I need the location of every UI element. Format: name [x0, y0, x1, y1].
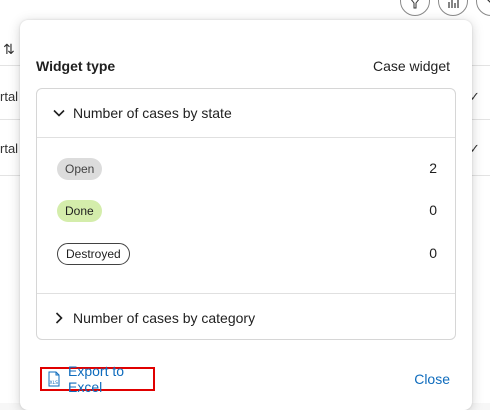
state-row-destroyed: Destroyed 0 — [57, 243, 437, 269]
chevron-down-icon — [49, 103, 69, 123]
widget-details-dialog: Widget type Case widget Number of cases … — [20, 20, 472, 410]
state-row-done: Done 0 — [57, 200, 437, 226]
row-text-fragment: rtal — [0, 89, 19, 104]
section-title: Number of cases by category — [73, 310, 256, 326]
state-row-open: Open 2 — [57, 158, 437, 184]
svg-text:XLS: XLS — [50, 380, 59, 386]
sort-icon[interactable]: ⇅ — [3, 41, 15, 58]
status-badge-destroyed: Destroyed — [57, 243, 130, 265]
section-cases-by-category-header[interactable]: Number of cases by category — [37, 293, 455, 342]
count-done: 0 — [429, 202, 437, 218]
export-to-excel-button[interactable]: XLS Export to Excel — [40, 363, 155, 395]
export-label: Export to Excel — [68, 363, 125, 395]
expand-icon — [487, 0, 490, 3]
section-cases-by-state-header[interactable]: Number of cases by state — [37, 89, 455, 138]
section-title: Number of cases by state — [73, 105, 232, 121]
expand-button[interactable] — [476, 0, 490, 16]
excel-file-icon: XLS — [46, 371, 62, 387]
count-destroyed: 0 — [429, 245, 437, 261]
close-button[interactable]: Close — [414, 371, 450, 387]
count-open: 2 — [429, 160, 437, 176]
widget-type-label: Widget type — [36, 58, 116, 74]
status-badge-open: Open — [57, 158, 103, 180]
cases-accordion: Number of cases by state Open 2 Done 0 D… — [36, 88, 456, 340]
chevron-right-icon — [49, 308, 69, 328]
chart-button[interactable] — [438, 0, 468, 16]
filter-button[interactable] — [400, 0, 430, 16]
status-badge-done: Done — [57, 200, 102, 222]
widget-type-value: Case widget — [372, 58, 450, 74]
row-text-fragment: rtal — [0, 141, 19, 156]
chart-icon — [448, 0, 459, 8]
filter-icon — [410, 0, 420, 9]
